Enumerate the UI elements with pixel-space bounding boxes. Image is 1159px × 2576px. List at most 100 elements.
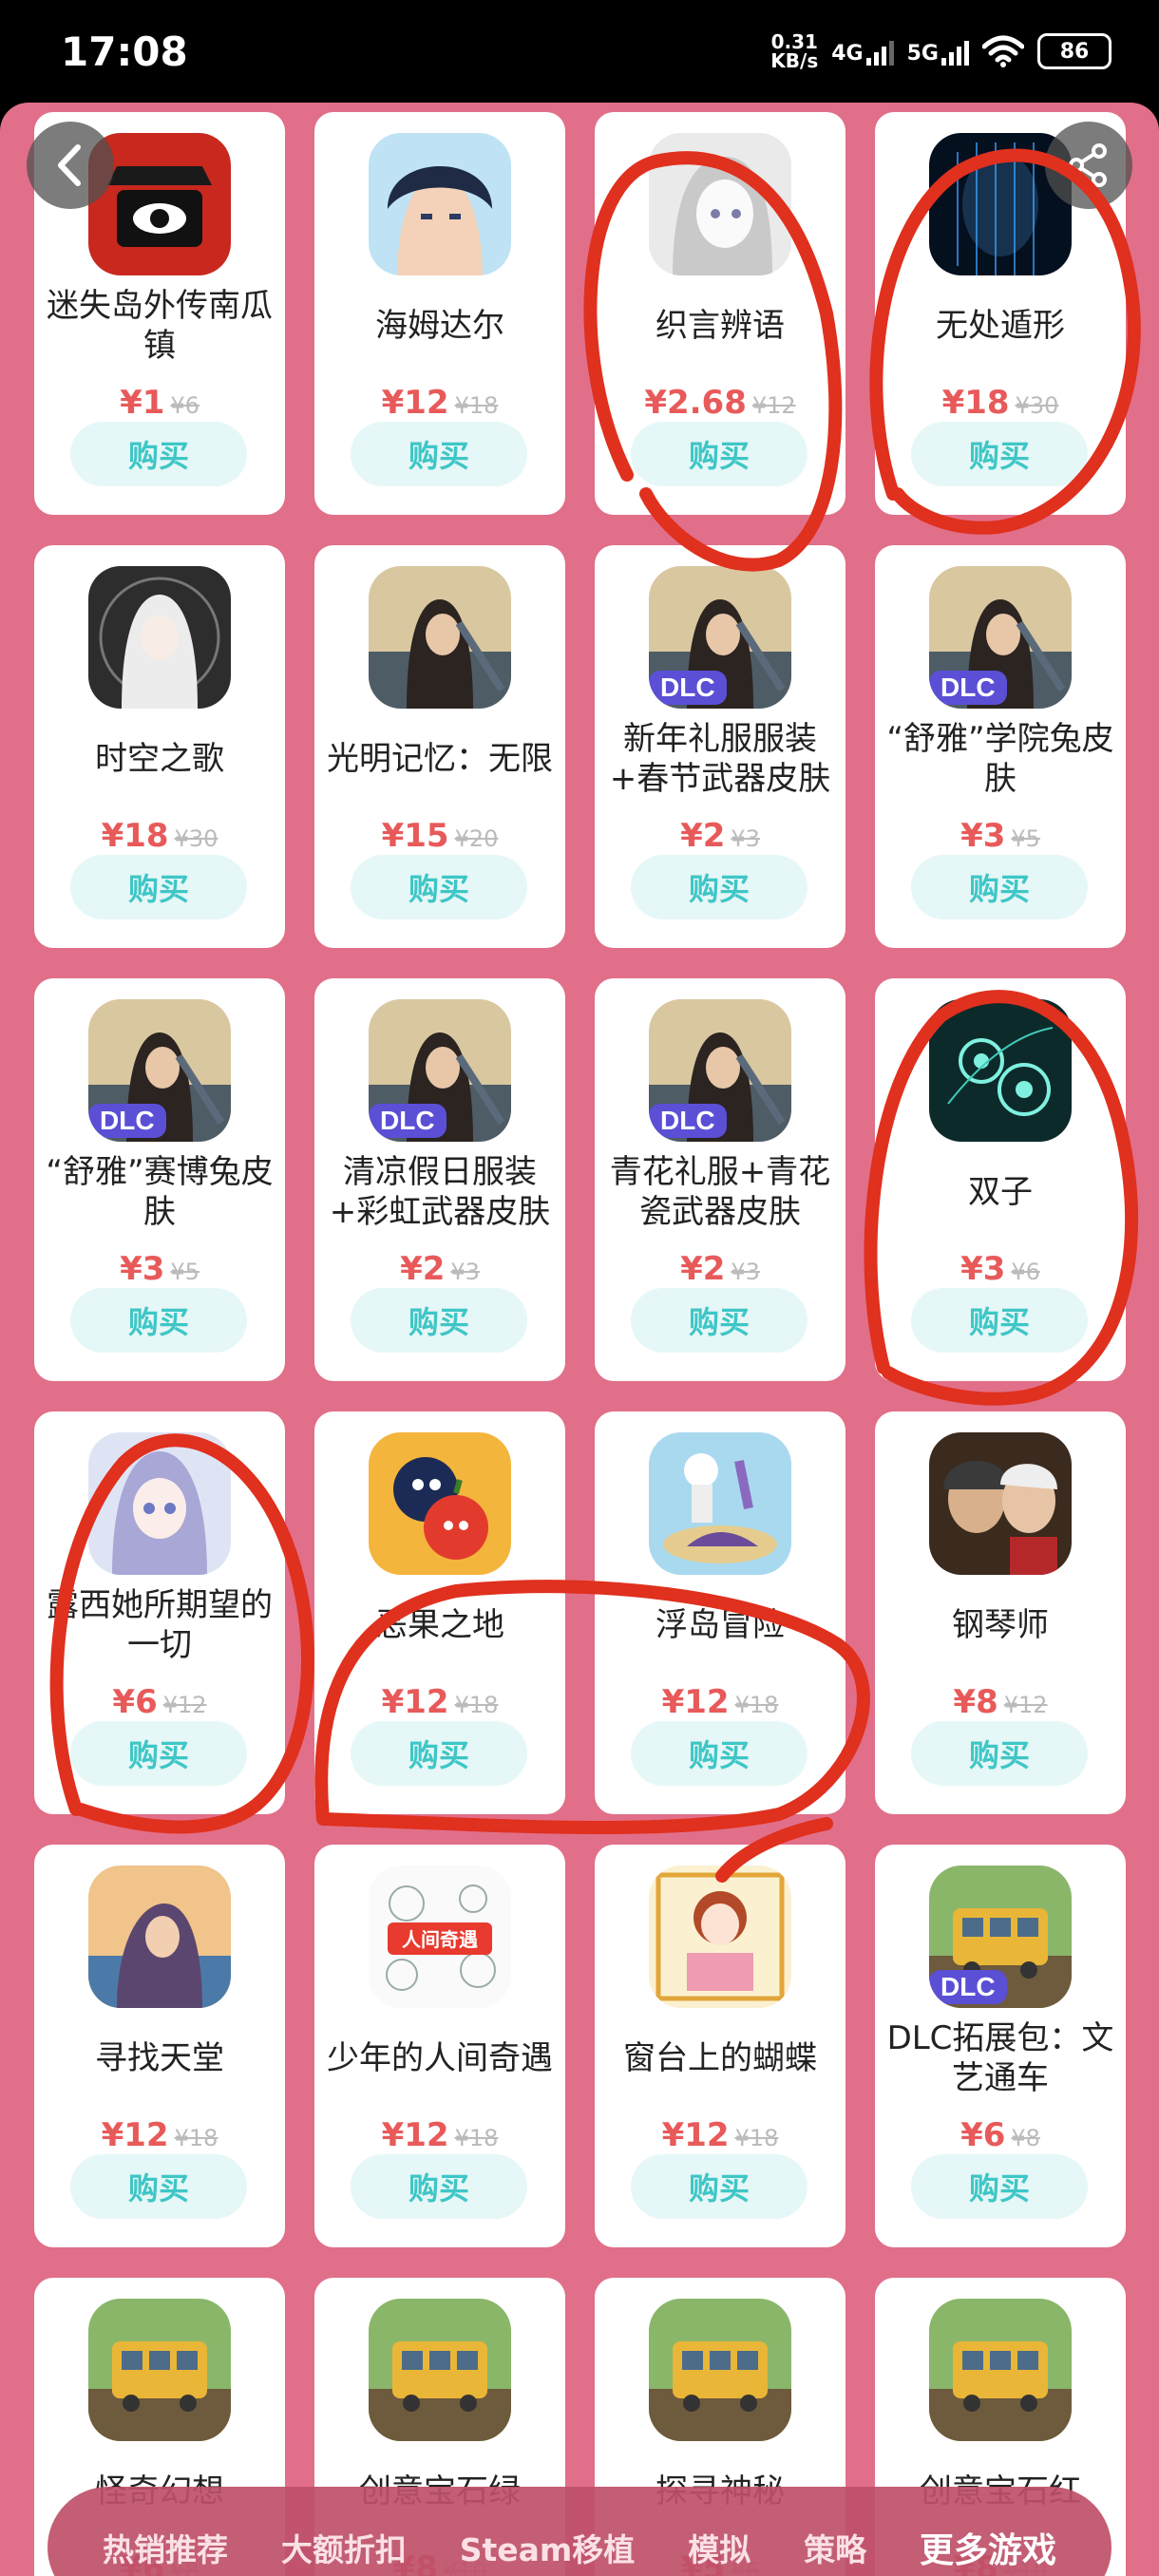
back-button[interactable] [27,122,114,209]
product-card[interactable]: 双子 ¥3 ¥6 购买 [875,978,1126,1381]
buy-button[interactable]: 购买 [911,855,1088,919]
tab-2[interactable]: Steam移植 [460,2525,636,2570]
game-icon[interactable] [649,1432,791,1575]
game-icon[interactable]: DLC [929,1866,1072,2008]
category-tab-bar: 热销推荐 大额折扣 Steam移植 模拟 策略 更多游戏 [48,2487,1112,2576]
buy-button[interactable]: 购买 [911,2154,1088,2219]
game-title: 露西她所期望的一切 [47,1586,273,1664]
buy-button[interactable]: 购买 [351,422,527,486]
original-price: ¥5 [170,1259,200,1285]
buy-button[interactable]: 购买 [351,1721,527,1786]
price: ¥3 ¥6 [875,1250,1126,1288]
original-price: ¥18 [734,2125,779,2151]
buy-button[interactable]: 购买 [70,422,247,486]
product-card[interactable]: 光明记忆：无限 ¥15 ¥20 购买 [314,545,565,948]
game-icon[interactable] [929,999,1072,1142]
game-icon[interactable]: DLC [88,999,231,1142]
product-card[interactable]: DLC 清凉假日服装+彩虹武器皮肤 ¥2 ¥3 购买 [314,978,565,1381]
buy-button[interactable]: 购买 [911,1288,1088,1353]
product-card[interactable]: DLC “舒雅”赛博兔皮肤 ¥3 ¥5 购买 [34,978,285,1381]
original-price: ¥18 [734,1692,779,1718]
buy-button[interactable]: 购买 [631,1288,808,1353]
original-price: ¥12 [162,1692,207,1718]
game-title: DLC拓展包：文艺通车 [886,2019,1114,2097]
game-title: 浮岛冒险 [656,1606,785,1644]
dlc-badge: DLC [88,1104,166,1138]
product-card[interactable]: 海姆达尔 ¥12 ¥18 购买 [314,112,565,515]
tab-5[interactable]: 更多游戏 [920,2523,1056,2572]
original-price: ¥5 [1011,825,1040,852]
product-card[interactable]: DLC 青花礼服+青花瓷武器皮肤 ¥2 ¥3 购买 [595,978,846,1381]
status-bar: 17:08 0.31 KB/s 4G 5G 86 [0,0,1159,104]
buy-button[interactable]: 购买 [351,855,527,919]
buy-button[interactable]: 购买 [351,1288,527,1353]
buy-button[interactable]: 购买 [631,1721,808,1786]
tab-3[interactable]: 模拟 [688,2525,750,2570]
share-button[interactable] [1045,122,1132,209]
product-grid: 迷失岛外传南瓜镇 ¥1 ¥6 购买 海姆达尔 ¥12 ¥18 购买 织言辨语 ¥2.68 ¥12 购买… [34,112,1126,2576]
game-icon[interactable]: DLC [649,566,791,709]
product-card[interactable]: 人间奇遇 少年的人间奇遇 ¥12 ¥18 购买 [314,1845,565,2247]
game-icon[interactable] [369,1432,511,1575]
product-card[interactable]: 窗台上的蝴蝶 ¥12 ¥18 购买 [595,1845,846,2247]
network-4g-label: 4G [831,42,864,66]
product-card[interactable]: 寻找天堂 ¥12 ¥18 购买 [34,1845,285,2247]
game-title: 青花礼服+青花瓷武器皮肤 [609,1153,831,1231]
tab-4[interactable]: 策略 [804,2525,866,2570]
buy-button[interactable]: 购买 [70,1721,247,1786]
buy-button[interactable]: 购买 [351,2154,527,2219]
product-card[interactable]: 织言辨语 ¥2.68 ¥12 购买 [595,112,846,515]
game-icon[interactable] [369,133,511,275]
game-icon[interactable] [649,2299,791,2441]
product-card[interactable]: 时空之歌 ¥18 ¥30 购买 [34,545,285,948]
tab-1[interactable]: 大额折扣 [281,2525,407,2570]
game-icon[interactable]: DLC [369,999,511,1142]
game-icon[interactable]: 人间奇遇 [369,1866,511,2008]
game-title: 无处遁形 [936,307,1065,345]
game-icon[interactable] [649,133,791,275]
buy-button[interactable]: 购买 [911,422,1088,486]
game-icon[interactable] [88,2299,231,2441]
price: ¥6¥8 [875,2116,1126,2154]
buy-button[interactable]: 购买 [631,422,808,486]
buy-button[interactable]: 购买 [911,1721,1088,1786]
game-icon[interactable] [88,566,231,709]
game-icon[interactable] [929,1432,1072,1575]
buy-button[interactable]: 购买 [631,2154,808,2219]
product-card[interactable]: 浮岛冒险 ¥12 ¥18 购买 [595,1411,846,1814]
buy-button[interactable]: 购买 [631,855,808,919]
game-icon[interactable]: DLC [929,566,1072,709]
status-time: 17:08 [61,28,188,75]
game-icon[interactable] [88,1866,231,2008]
tab-0[interactable]: 热销推荐 [103,2525,228,2570]
product-card[interactable]: DLC DLC拓展包：文艺通车 ¥6 ¥8 购买 [875,1845,1126,2247]
product-card[interactable]: 钢琴师 ¥8 ¥12 购买 [875,1411,1126,1814]
game-icon[interactable] [929,2299,1072,2441]
original-price: ¥3 [731,825,760,852]
price: ¥12 ¥18 [34,2116,285,2154]
buy-button[interactable]: 购买 [70,1288,247,1353]
game-icon[interactable]: DLC [649,999,791,1142]
price: ¥6 ¥12 [34,1683,285,1721]
product-card[interactable]: DLC 新年礼服服装+春节武器皮肤 ¥2 ¥3 购买 [595,545,846,948]
product-card[interactable]: 恶果之地 ¥12 ¥18 购买 [314,1411,565,1814]
signal-5g-icon: 5G [907,37,969,66]
product-card[interactable]: DLC “舒雅”学院兔皮肤 ¥3 ¥5 购买 [875,545,1126,948]
buy-button[interactable]: 购买 [70,2154,247,2219]
game-icon[interactable] [369,2299,511,2441]
sale-price: ¥12 [381,2116,449,2154]
game-icon[interactable] [369,566,511,709]
train-icon [929,2299,1072,2441]
sale-price: ¥6 [112,1683,158,1721]
sale-price: ¥3 [960,1250,1006,1288]
price: ¥12 ¥18 [595,2116,846,2154]
svg-text:人间奇遇: 人间奇遇 [402,1928,478,1951]
original-price: ¥30 [1015,392,1059,419]
game-icon[interactable] [88,1432,231,1575]
buy-button[interactable]: 购买 [70,855,247,919]
anime-boy-icon [369,133,511,275]
product-card[interactable]: 露西她所期望的一切 ¥6 ¥12 购买 [34,1411,285,1814]
game-icon[interactable] [649,1866,791,2008]
game-title: “舒雅”学院兔皮肤 [886,720,1114,798]
sale-price: ¥2.68 [644,384,747,422]
